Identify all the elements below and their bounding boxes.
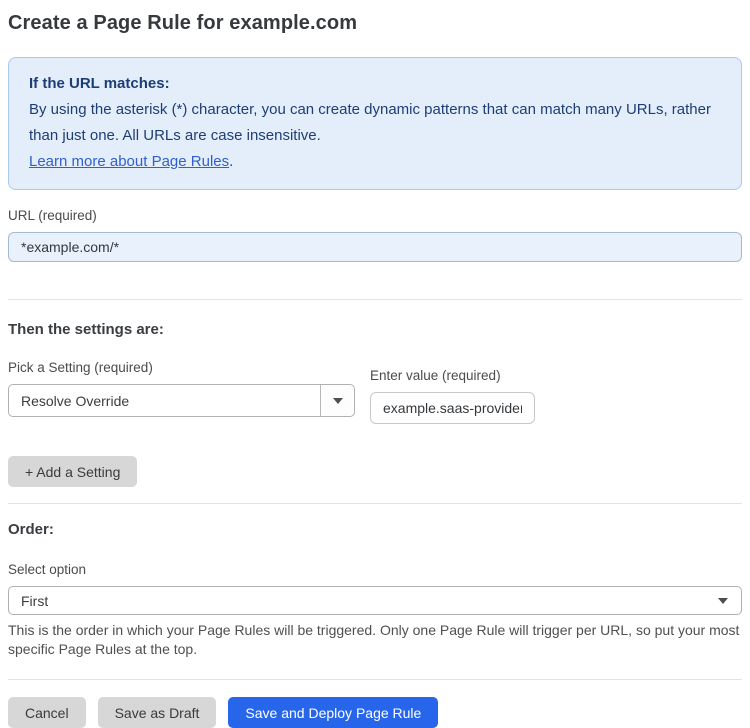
- chevron-down-icon[interactable]: [320, 385, 354, 416]
- order-select[interactable]: First: [8, 586, 742, 615]
- cancel-button[interactable]: Cancel: [8, 697, 86, 728]
- info-box-heading: If the URL matches:: [29, 75, 170, 92]
- divider: [8, 503, 742, 504]
- order-section-heading: Order:: [8, 521, 54, 538]
- enter-value-label: Enter value (required): [370, 368, 501, 383]
- order-help-text: This is the order in which your Page Rul…: [8, 622, 740, 657]
- chevron-down-glyph: [332, 397, 343, 404]
- url-input[interactable]: [8, 232, 742, 262]
- create-page-rule-form: Create a Page Rule for example.com If th…: [0, 0, 750, 728]
- setting-select-value: Resolve Override: [21, 392, 130, 409]
- url-label: URL (required): [8, 208, 97, 223]
- save-deploy-button[interactable]: Save and Deploy Page Rule: [228, 697, 439, 728]
- page-title: Create a Page Rule for example.com: [8, 12, 358, 34]
- add-setting-button[interactable]: + Add a Setting: [8, 456, 138, 487]
- enter-value-column: Enter value (required): [370, 368, 535, 424]
- order-select-value: First: [21, 592, 49, 609]
- learn-more-link[interactable]: Learn more about Page Rules: [29, 153, 229, 170]
- chevron-down-icon: [718, 597, 728, 604]
- link-suffix-text: .: [229, 153, 234, 170]
- settings-section-heading: Then the settings are:: [8, 321, 164, 338]
- divider: [8, 679, 742, 680]
- save-draft-button[interactable]: Save as Draft: [97, 697, 217, 728]
- divider: [8, 299, 742, 300]
- setting-value-input[interactable]: [370, 392, 535, 424]
- info-box-body: By using the asterisk (*) character, you…: [29, 101, 711, 144]
- select-option-label: Select option: [8, 562, 87, 577]
- pick-setting-label: Pick a Setting (required): [8, 360, 153, 375]
- url-match-info-box: If the URL matches: By using the asteris…: [8, 57, 742, 190]
- footer-actions: Cancel Save as Draft Save and Deploy Pag…: [8, 697, 742, 728]
- settings-row: Pick a Setting (required) Resolve Overri…: [8, 360, 742, 424]
- pick-setting-column: Pick a Setting (required) Resolve Overri…: [8, 360, 355, 417]
- setting-select[interactable]: Resolve Override: [8, 384, 355, 417]
- info-box-link-line: Learn more about Page Rules.: [29, 149, 721, 175]
